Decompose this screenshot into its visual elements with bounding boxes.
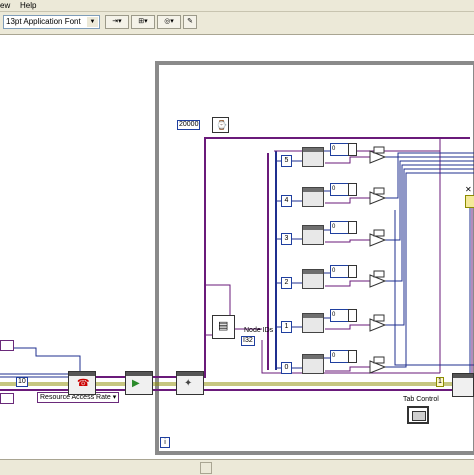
channel-boolean-terminal[interactable] xyxy=(348,221,357,234)
wireless-icon: ☎ xyxy=(77,378,90,389)
distribute-objects-button[interactable]: ⊞▾ xyxy=(131,15,155,29)
channel-value-label: 0 xyxy=(332,312,336,318)
wait-ms-node[interactable]: ⌚ xyxy=(212,117,229,133)
timer-icon: ⌚ xyxy=(216,120,228,130)
align-objects-button[interactable]: ⇥▾ xyxy=(105,15,129,29)
channel-boolean-terminal[interactable] xyxy=(348,183,357,196)
right-edge-cluster[interactable] xyxy=(465,195,474,208)
ring-dropdown-icon: ▾ xyxy=(112,394,117,401)
channel-boolean-terminal[interactable] xyxy=(348,350,357,363)
channel-boolean-terminal[interactable] xyxy=(348,143,357,156)
right-property-node[interactable] xyxy=(452,373,474,397)
tab-control-terminal[interactable] xyxy=(407,406,429,424)
resource-access-rate-label: Resource Access Rate xyxy=(40,394,111,401)
tab-control-label: Tab Control xyxy=(403,396,439,403)
channel-value-label: 0 xyxy=(332,268,336,274)
left-ring-lower[interactable] xyxy=(0,393,14,404)
channel-value-label: 0 xyxy=(332,224,336,230)
status-panel xyxy=(200,462,212,474)
distribute-icon: ⊞▾ xyxy=(138,18,148,25)
signal-icon: ✦ xyxy=(184,378,193,389)
channel-index-constant[interactable]: 2 xyxy=(281,277,292,289)
channel-value-label: 0 xyxy=(332,353,336,359)
channel-read-subvi[interactable] xyxy=(302,187,324,207)
chevron-down-icon: ▼ xyxy=(87,17,98,27)
node-ids-label: Node IDs xyxy=(244,327,274,334)
menu-view[interactable]: ew xyxy=(0,1,10,10)
const-10[interactable]: 10 xyxy=(16,377,28,387)
menu-help[interactable]: Help xyxy=(20,1,36,10)
channel-read-subvi[interactable] xyxy=(302,313,324,333)
wsn-read-node[interactable]: ✦ xyxy=(176,371,204,395)
channel-index-constant[interactable]: 5 xyxy=(281,155,292,167)
channel-index-constant[interactable]: 4 xyxy=(281,195,292,207)
wsn-property-node[interactable]: ☎ xyxy=(68,371,96,395)
status-bar xyxy=(0,459,474,475)
const-1[interactable]: 1 xyxy=(436,377,444,387)
channel-read-subvi[interactable] xyxy=(302,269,324,289)
channel-read-subvi[interactable] xyxy=(302,147,324,167)
tab-control-icon xyxy=(412,411,426,421)
index-array-node[interactable]: ▤ xyxy=(212,315,235,339)
channel-index-constant[interactable]: 3 xyxy=(281,233,292,245)
loop-iteration-terminal[interactable]: i xyxy=(160,437,170,448)
channel-index-constant[interactable]: 0 xyxy=(281,362,292,374)
wait-time-constant[interactable]: 20000 xyxy=(177,120,201,130)
index-array-icon: ▤ xyxy=(218,320,229,332)
channel-boolean-terminal[interactable] xyxy=(348,309,357,322)
loop-iteration-label: i xyxy=(164,439,166,446)
font-ring[interactable]: 13pt Application Font ▼ xyxy=(3,15,100,29)
channel-read-subvi[interactable] xyxy=(302,225,324,245)
align-icon: ⇥▾ xyxy=(112,18,122,25)
wsn-start-node[interactable]: ▶ xyxy=(125,371,153,395)
channel-index-constant[interactable]: 1 xyxy=(281,321,292,333)
left-ring-upper[interactable] xyxy=(0,340,14,351)
channel-value-label: 0 xyxy=(332,186,336,192)
channel-boolean-terminal[interactable] xyxy=(348,265,357,278)
channel-read-subvi[interactable] xyxy=(302,354,324,374)
cleanup-diagram-button[interactable]: ✎ xyxy=(183,15,197,29)
font-ring-label: 13pt Application Font xyxy=(6,17,81,26)
cleanup-icon: ✎ xyxy=(187,18,193,25)
menu-bar: ew Help xyxy=(0,0,474,12)
channel-value-label: 0 xyxy=(332,146,336,152)
block-diagram[interactable]: 20000 ⌚ 10 Resource Access Rate ▾ ☎ ▶ ✦ … xyxy=(0,35,474,459)
reorder-icon: ◎▾ xyxy=(164,18,174,25)
node-ids-terminal[interactable]: I32 xyxy=(241,336,255,346)
play-icon: ▶ xyxy=(132,378,140,389)
right-edge-text: ✕ xyxy=(465,185,472,194)
reorder-button[interactable]: ◎▾ xyxy=(157,15,181,29)
